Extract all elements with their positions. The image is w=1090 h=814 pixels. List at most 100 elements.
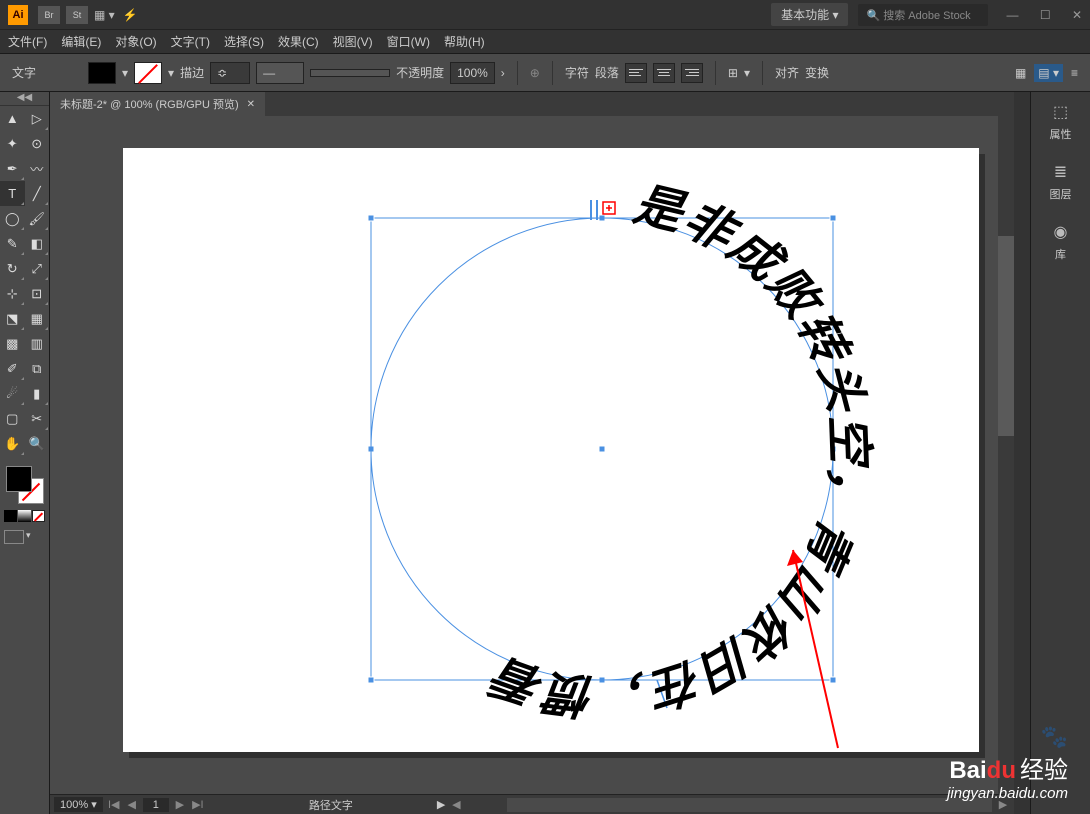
artboard[interactable]: 是非成败转头空，青山依旧在，惯看	[123, 148, 979, 752]
menubar: 文件(F) 编辑(E) 对象(O) 文字(T) 选择(S) 效果(C) 视图(V…	[0, 30, 1090, 54]
stroke-weight-field[interactable]: ≎	[210, 62, 250, 84]
ellipse-tool[interactable]: ◯	[0, 206, 25, 231]
type-tool[interactable]: T	[0, 181, 25, 206]
eraser-tool[interactable]: ◧	[25, 231, 50, 256]
transform-link[interactable]: 变换	[805, 64, 829, 81]
panel-collapse[interactable]	[1014, 92, 1030, 814]
shaper-tool[interactable]: ✎	[0, 231, 25, 256]
fill-swatch[interactable]	[88, 62, 116, 84]
menu-type[interactable]: 文字(T)	[171, 33, 210, 50]
character-link[interactable]: 字符	[565, 64, 589, 81]
toolbox-collapse[interactable]: ◀◀	[0, 92, 49, 106]
libraries-panel-button[interactable]: ◉ 库	[1031, 212, 1090, 272]
path-text[interactable]: 是非成败转头空，青山依旧在，惯看	[484, 177, 876, 723]
line-tool[interactable]: ╱	[25, 181, 50, 206]
artboard-tool[interactable]: ▢	[0, 406, 25, 431]
horizontal-scrollbar[interactable]	[507, 798, 992, 812]
width-tool[interactable]: ⊹	[0, 281, 25, 306]
type-on-path-object[interactable]: 是非成败转头空，青山依旧在，惯看	[371, 218, 833, 680]
menu-edit[interactable]: 编辑(E)	[61, 33, 101, 50]
direct-selection-tool[interactable]: ▷	[25, 106, 50, 131]
stock-icon[interactable]: St	[66, 6, 88, 24]
align-panel-icon[interactable]: ▤ ▾	[1034, 64, 1063, 82]
zoom-tool[interactable]: 🔍	[25, 431, 50, 456]
layers-panel-button[interactable]: ≣ 图层	[1031, 152, 1090, 212]
status-dropdown-icon[interactable]: ▶	[437, 798, 445, 811]
gradient-tool[interactable]: ▥	[25, 331, 50, 356]
screen-mode-icon[interactable]	[4, 530, 24, 544]
column-graph-tool[interactable]: ▮	[25, 381, 50, 406]
brush-def[interactable]	[310, 69, 390, 77]
eyedropper-tool[interactable]: ✐	[0, 356, 25, 381]
gradient-mode-icon[interactable]	[18, 510, 31, 522]
more-icon[interactable]: ≡	[1071, 66, 1078, 80]
gpu-icon[interactable]: ⚡	[123, 8, 138, 22]
search-stock-input[interactable]: 🔍 搜索 Adobe Stock	[858, 4, 988, 26]
scroll-left-icon[interactable]: ◀	[449, 798, 463, 811]
last-page-icon[interactable]: ▶I	[191, 798, 205, 811]
first-page-icon[interactable]: I◀	[107, 798, 121, 811]
mesh-tool[interactable]: ▩	[0, 331, 25, 356]
stroke-profile[interactable]: —	[256, 62, 304, 84]
shape-builder-tool[interactable]: ⬔	[0, 306, 25, 331]
close-button[interactable]: ✕	[1072, 8, 1082, 22]
stroke-dropdown-icon[interactable]: ▾	[168, 66, 174, 80]
stroke-swatch[interactable]	[134, 62, 162, 84]
bridge-icon[interactable]: Br	[38, 6, 60, 24]
lasso-tool[interactable]: ⊙	[25, 131, 50, 156]
magic-wand-tool[interactable]: ✦	[0, 131, 25, 156]
arrange-documents-icon[interactable]: ▦ ▾	[94, 8, 115, 22]
menu-select[interactable]: 选择(S)	[224, 33, 264, 50]
properties-panel-button[interactable]: ⬚ 属性	[1031, 92, 1090, 152]
menu-view[interactable]: 视图(V)	[333, 33, 373, 50]
menu-file[interactable]: 文件(F)	[8, 33, 47, 50]
page-field[interactable]: 1	[143, 798, 169, 812]
isolate-icon[interactable]: ▦	[1015, 66, 1026, 80]
fill-indicator[interactable]	[6, 466, 32, 492]
symbol-sprayer-tool[interactable]: ☄	[0, 381, 25, 406]
perspective-tool[interactable]: ▦	[25, 306, 50, 331]
workspace-switcher[interactable]: 基本功能 ▾	[771, 3, 848, 26]
screen-mode-dropdown[interactable]: ▾	[26, 530, 36, 544]
warp-dropdown-icon[interactable]: ▾	[744, 66, 750, 80]
color-mode-icon[interactable]	[4, 510, 17, 522]
scale-tool[interactable]: ⤢	[25, 256, 50, 281]
prev-page-icon[interactable]: ◀	[125, 798, 139, 811]
hand-tool[interactable]: ✋	[0, 431, 25, 456]
pen-tool[interactable]: ✒	[0, 156, 25, 181]
statusbar: 100% ▾ I◀ ◀ 1 ▶ ▶I 路径文字 ▶ ◀ ▶	[50, 794, 1014, 814]
maximize-button[interactable]: ☐	[1040, 8, 1051, 22]
warp-icon[interactable]: ⊞	[728, 66, 738, 80]
blend-tool[interactable]: ⧉	[25, 356, 50, 381]
paintbrush-tool[interactable]: 🖌	[25, 206, 50, 231]
menu-window[interactable]: 窗口(W)	[387, 33, 430, 50]
next-page-icon[interactable]: ▶	[173, 798, 187, 811]
curvature-tool[interactable]: 〰	[25, 156, 50, 181]
cube-icon: ⬚	[1053, 102, 1068, 122]
align-center-button[interactable]	[653, 63, 675, 83]
free-transform-tool[interactable]: ⊡	[25, 281, 50, 306]
opacity-field[interactable]: 100%	[450, 62, 495, 84]
vertical-scrollbar[interactable]	[998, 116, 1014, 794]
scroll-right-icon[interactable]: ▶	[996, 798, 1010, 811]
fill-stroke-indicator[interactable]	[6, 466, 44, 504]
menu-help[interactable]: 帮助(H)	[444, 33, 485, 50]
none-mode-icon[interactable]	[32, 510, 45, 522]
recolor-icon[interactable]: ⊕	[530, 66, 540, 80]
selection-tool[interactable]: ▲	[0, 106, 25, 131]
paragraph-link[interactable]: 段落	[595, 64, 619, 81]
rotate-tool[interactable]: ↻	[0, 256, 25, 281]
opacity-arrow-icon[interactable]: ›	[501, 66, 505, 80]
menu-effect[interactable]: 效果(C)	[278, 33, 319, 50]
canvas[interactable]: 是非成败转头空，青山依旧在，惯看	[50, 116, 1014, 794]
align-left-button[interactable]	[625, 63, 647, 83]
fill-dropdown-icon[interactable]: ▾	[122, 66, 128, 80]
align-link[interactable]: 对齐	[775, 64, 799, 81]
zoom-field[interactable]: 100% ▾	[54, 797, 103, 812]
slice-tool[interactable]: ✂	[25, 406, 50, 431]
align-right-button[interactable]	[681, 63, 703, 83]
tab-close-icon[interactable]: ✕	[247, 99, 255, 110]
menu-object[interactable]: 对象(O)	[115, 33, 156, 50]
minimize-button[interactable]: —	[1006, 8, 1018, 22]
document-tab[interactable]: 未标题-2* @ 100% (RGB/GPU 预览) ✕	[50, 92, 265, 116]
